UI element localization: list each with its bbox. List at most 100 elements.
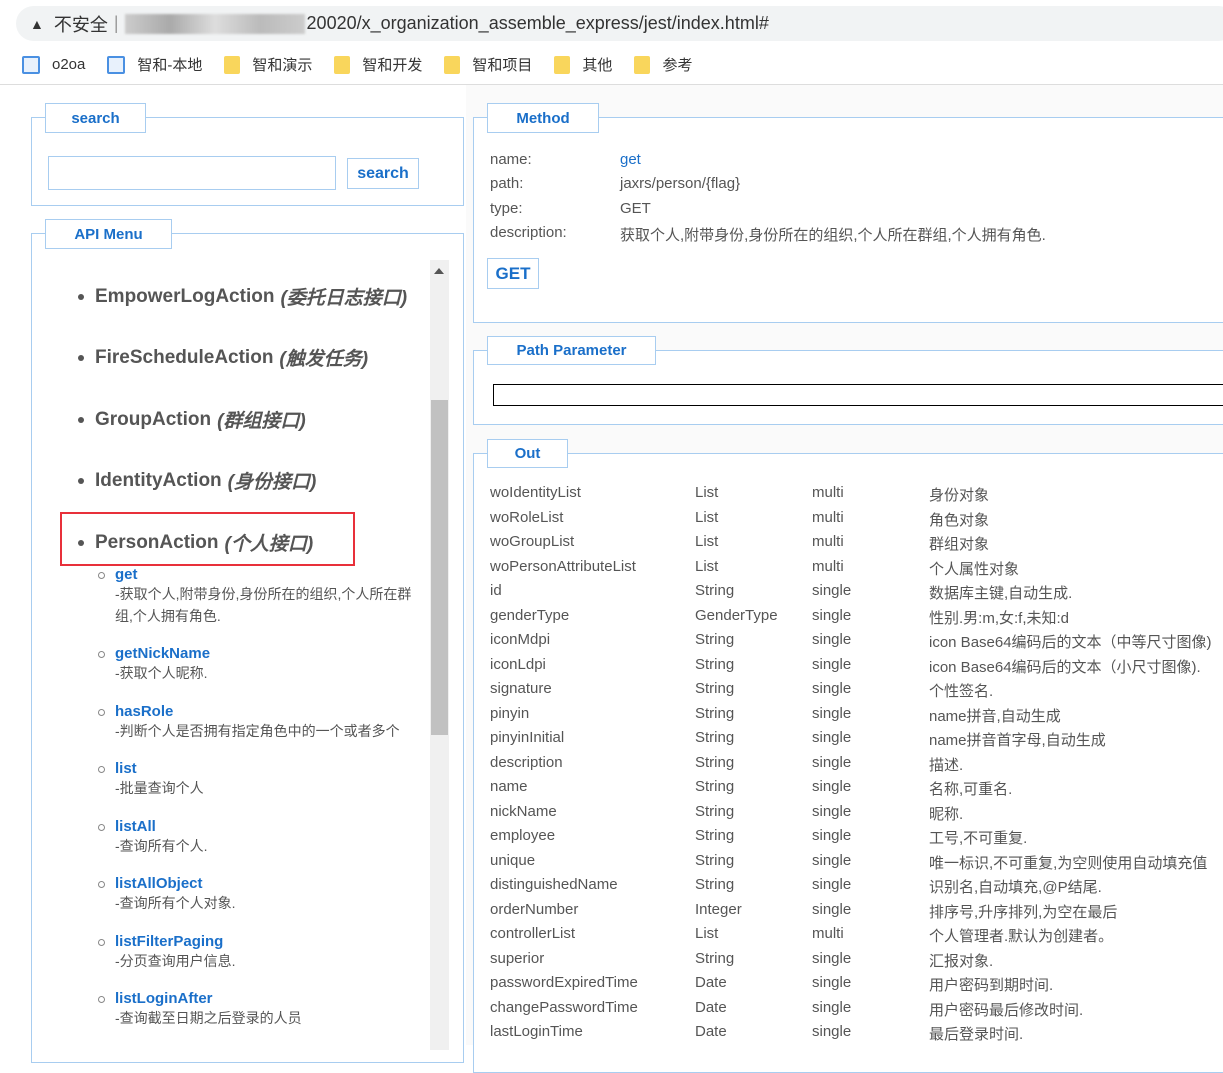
method-type: GET bbox=[620, 200, 651, 217]
folder-icon bbox=[444, 55, 461, 74]
field-multiplicity: multi bbox=[812, 533, 844, 550]
field-multiplicity: single bbox=[812, 851, 852, 869]
sub-menu-link[interactable]: hasRole bbox=[115, 703, 428, 720]
search-input[interactable] bbox=[48, 156, 336, 190]
sub-menu-link[interactable]: listFilterPaging bbox=[115, 933, 428, 950]
scroll-up-icon[interactable] bbox=[434, 268, 444, 274]
menu-item[interactable]: IdentityAction (身份接口) bbox=[78, 467, 316, 494]
address-bar[interactable]: ▲ 不安全 | 20020/x_organization_assemble_ex… bbox=[16, 6, 1223, 41]
field-name: orderNumber bbox=[490, 900, 579, 918]
field-multiplicity: single bbox=[812, 998, 852, 1016]
field-type: Date bbox=[695, 974, 727, 991]
folder-icon bbox=[554, 55, 571, 74]
bookmark-item[interactable]: 智和演示 bbox=[224, 54, 312, 75]
bullet-icon bbox=[78, 293, 84, 300]
field-description: icon Base64编码后的文本（小尺寸图像). bbox=[929, 658, 1201, 676]
sub-menu-link[interactable]: get bbox=[115, 566, 428, 583]
circle-bullet-icon bbox=[98, 881, 105, 888]
bookmark-label: 智和项目 bbox=[472, 57, 533, 74]
field-name: woPersonAttributeList bbox=[490, 557, 636, 575]
table-row: woRoleList List multi 角色对象 bbox=[490, 509, 1223, 533]
menu-item[interactable]: EmpowerLogAction (委托日志接口) bbox=[78, 283, 407, 310]
field-type: List bbox=[695, 508, 719, 526]
get-button[interactable]: GET bbox=[487, 258, 539, 289]
field-name: signature bbox=[490, 680, 552, 697]
field-type: String bbox=[695, 949, 735, 967]
circle-bullet-icon bbox=[98, 766, 105, 773]
field-description: 排序号,升序排列,为空在最后 bbox=[929, 903, 1118, 921]
search-button[interactable]: search bbox=[347, 158, 419, 189]
bookmark-item[interactable]: 智和项目 bbox=[444, 54, 532, 75]
field-type: Date bbox=[695, 998, 727, 1016]
name-label: name: bbox=[490, 151, 532, 168]
menu-item[interactable]: GroupAction (群组接口) bbox=[78, 406, 306, 433]
method-path: jaxrs/person/{flag} bbox=[620, 175, 741, 192]
circle-bullet-icon bbox=[98, 939, 105, 946]
field-description: 群组对象 bbox=[929, 536, 990, 553]
field-name: employee bbox=[490, 827, 556, 844]
sub-menu-item: list -批量查询个人 bbox=[98, 760, 428, 799]
sub-menu-item: getNickName -获取个人昵称. bbox=[98, 645, 428, 684]
table-row: unique String single 唯一标识,不可重复,为空则使用自动填充值 bbox=[490, 852, 1223, 876]
field-multiplicity: single bbox=[812, 631, 852, 648]
sub-menu-link[interactable]: getNickName bbox=[115, 645, 428, 662]
field-multiplicity: single bbox=[812, 606, 852, 624]
bookmark-label: 其他 bbox=[582, 57, 613, 74]
page-icon bbox=[22, 55, 40, 74]
sub-menu-desc: -查询所有个人对象. bbox=[115, 895, 236, 911]
table-row: pinyinInitial String single name拼音首字母,自动生成 bbox=[490, 729, 1223, 753]
field-description: 最后登录时间. bbox=[929, 1026, 1024, 1043]
method-legend: Method bbox=[487, 103, 599, 133]
method-fieldset bbox=[473, 117, 1223, 323]
field-type: String bbox=[695, 827, 735, 844]
bookmark-item[interactable]: 参考 bbox=[634, 54, 692, 75]
menu-item-cn: (群组接口) bbox=[217, 411, 306, 432]
field-type: String bbox=[695, 582, 735, 599]
scrollbar[interactable] bbox=[430, 260, 449, 1050]
menu-item-cn: (身份接口) bbox=[227, 472, 317, 493]
sub-menu-item: listLoginAfter -查询截至日期之后登录的人员 bbox=[98, 990, 428, 1029]
folder-icon bbox=[334, 55, 351, 74]
field-multiplicity: single bbox=[812, 655, 852, 673]
bookmark-item[interactable]: 智和开发 bbox=[334, 54, 422, 75]
sub-menu-link[interactable]: list bbox=[115, 760, 428, 777]
field-description: 个人管理者.默认为创建者。 bbox=[929, 928, 1114, 945]
field-type: String bbox=[695, 802, 735, 820]
field-name: distinguishedName bbox=[490, 876, 618, 893]
field-name: lastLoginTime bbox=[490, 1023, 583, 1040]
field-type: String bbox=[695, 680, 735, 697]
menu-item[interactable]: FireScheduleAction (触发任务) bbox=[78, 344, 368, 371]
field-description: 用户密码到期时间. bbox=[929, 977, 1054, 994]
out-legend: Out bbox=[487, 439, 568, 468]
field-multiplicity: single bbox=[812, 582, 852, 599]
field-multiplicity: single bbox=[812, 680, 852, 697]
field-name: changePasswordTime bbox=[490, 998, 638, 1016]
table-row: iconMdpi String single icon Base64编码后的文本（中等… bbox=[490, 631, 1223, 655]
security-label: 不安全 bbox=[53, 14, 108, 35]
folder-icon bbox=[634, 55, 651, 74]
bookmark-item[interactable]: 其他 bbox=[554, 54, 612, 75]
field-description: 唯一标识,不可重复,为空则使用自动填充值 bbox=[929, 854, 1208, 872]
field-description: 个性签名. bbox=[929, 683, 994, 700]
sub-menu-link[interactable]: listAll bbox=[115, 818, 428, 835]
field-multiplicity: multi bbox=[812, 508, 844, 526]
bookmark-item[interactable]: o2oa bbox=[22, 55, 85, 74]
table-row: name String single 名称,可重名. bbox=[490, 778, 1223, 802]
bookmark-label: 智和-本地 bbox=[137, 57, 203, 74]
scrollbar-thumb[interactable] bbox=[431, 400, 448, 735]
sub-menu-link[interactable]: listLoginAfter bbox=[115, 990, 428, 1007]
sub-menu-item: get -获取个人,附带身份,身份所在的组织,个人所在群组,个人拥有角色. bbox=[98, 566, 428, 627]
sub-menu-link[interactable]: listAllObject bbox=[115, 875, 428, 892]
field-multiplicity: single bbox=[812, 827, 852, 844]
bookmarks-bar: o2oa 智和-本地 智和演示 智和开发 智和项目 其他 参考 bbox=[0, 45, 1223, 85]
field-name: description bbox=[490, 753, 563, 771]
bookmark-item[interactable]: 智和-本地 bbox=[107, 54, 202, 75]
field-name: woRoleList bbox=[490, 508, 564, 526]
warning-icon: ▲ bbox=[30, 15, 44, 32]
bookmark-label: 智和演示 bbox=[252, 57, 313, 74]
sub-menu-desc: -查询截至日期之后登录的人员 bbox=[115, 1010, 302, 1026]
field-multiplicity: single bbox=[812, 753, 852, 771]
field-type: String bbox=[695, 729, 735, 746]
field-multiplicity: single bbox=[812, 729, 852, 746]
field-multiplicity: single bbox=[812, 900, 852, 918]
